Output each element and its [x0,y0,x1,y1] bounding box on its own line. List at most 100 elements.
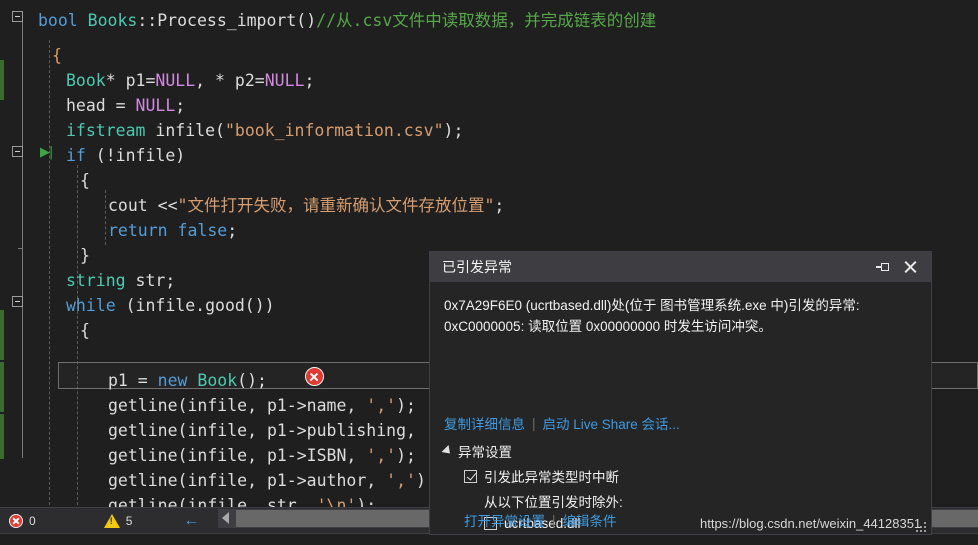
code-line: getline(infile, p1->name, ','); [108,393,416,418]
code-token: return [108,221,178,240]
code-token: << [157,196,178,215]
code-token: getline(infile, p1->name, [108,396,367,415]
code-token: Book [66,71,106,90]
close-button[interactable] [897,255,923,279]
code-token: //从.csv文件中读取数据，并完成链表的创建 [316,11,657,30]
code-line: { [52,43,62,68]
code-token: (); [237,371,267,390]
code-token: "文件打开失败，请重新确认文件存放位置" [177,196,495,215]
code-token: } [80,246,90,265]
code-token: () [296,11,317,30]
code-token: if [66,146,86,165]
code-token: ; [304,71,315,90]
pin-button[interactable] [871,255,897,279]
code-token: ); [356,496,377,507]
code-token: * p1= [105,71,156,90]
error-count-item[interactable]: 0 [0,508,45,533]
code-token: false [177,221,228,240]
warning-icon [103,513,120,528]
break-when-thrown-label: 引发此异常类型时中断 [484,470,619,485]
navigate-back-button[interactable]: ← [173,512,209,529]
break-when-thrown-row[interactable]: 引发此异常类型时中断 [464,466,623,486]
exception-settings-header[interactable]: 异常设置 [441,441,623,461]
code-token: , * p2= [195,71,265,90]
code-token: { [80,171,90,190]
code-token: NULL [264,71,305,90]
code-token: ; [175,96,186,115]
code-token: ',' [366,446,397,465]
dialog-footer-links[interactable]: 打开异常设置 | 编辑条件 [464,510,617,530]
exception-message: 0x7A29F6E0 (ucrtbased.dll)处(位于 图书管理系统.ex… [444,298,860,334]
close-icon [903,260,917,274]
code-token: head = [66,96,136,115]
exception-settings-label: 异常设置 [458,445,512,460]
scroll-left-arrow-icon[interactable] [222,512,229,524]
code-token: :: [137,11,158,30]
start-live-share-link[interactable]: 启动 Live Share 会话... [543,413,680,433]
dialog-body: 0x7A29F6E0 (ucrtbased.dll)处(位于 图书管理系统.ex… [430,282,931,337]
code-token: (infile.good()) [115,296,275,315]
error-count-label: 0 [29,513,36,528]
link-separator: | [532,415,536,431]
code-token: { [52,46,62,65]
code-token: bool [38,11,88,30]
code-line: getline(infile, str, '\n'); [108,493,376,507]
edit-conditions-link[interactable]: 编辑条件 [563,510,617,530]
code-line: { [80,168,90,193]
code-line: return false; [108,218,237,243]
dialog-title: 已引发异常 [442,259,512,275]
exception-thrown-dialog[interactable]: 已引发异常 0x7A29F6E0 (ucrtbased.dll)处(位于 图书管… [429,251,932,535]
code-token: getline(infile, str, [108,496,317,507]
code-token: '\n' [316,496,357,507]
code-line: cout <<"文件打开失败，请重新确认文件存放位置"; [108,193,504,218]
code-line: Book* p1=NULL, * p2=NULL; [66,68,314,93]
code-line: bool Books::Process_import()//从.csv文件中读取… [38,8,656,33]
code-token: ; [227,221,238,240]
chevron-down-icon[interactable] [441,444,454,458]
code-line: if (!infile) [66,143,185,168]
error-icon [9,513,23,528]
code-line: getline(infile, p1->publishing, ','); [108,418,476,443]
code-line: head = NULL; [66,93,185,118]
code-token: str; [125,271,176,290]
code-line: getline(infile, p1->author, ','); [108,468,436,493]
code-line: p1 = new Book(); [108,368,267,393]
code-token: ); [396,396,416,415]
open-exception-settings-link[interactable]: 打开异常设置 [464,510,545,530]
code-token: ); [396,446,416,465]
code-token: while [66,296,116,315]
code-token: infile( [145,121,225,140]
dialog-action-links[interactable]: 复制详细信息 | 启动 Live Share 会话... [444,413,680,433]
code-token: Process_import [157,11,297,30]
code-token: cout [108,196,158,215]
code-token: NULL [155,71,196,90]
dialog-title-bar[interactable]: 已引发异常 [430,252,931,282]
code-token: new [157,371,188,390]
code-token: Books [87,11,138,30]
warning-count-item[interactable]: 5 [95,508,142,533]
pin-icon [876,260,892,274]
code-token: (!infile) [85,146,186,165]
code-token: NULL [135,96,176,115]
code-token: getline(infile, p1->author, [108,471,387,490]
code-token: getline(infile, p1->ISBN, [108,446,367,465]
code-token: "book_information.csv" [224,121,444,140]
copy-details-link[interactable]: 复制详细信息 [444,413,525,433]
watermark-url: https://blog.csdn.net/weixin_44128351 [700,516,922,531]
code-token: Book [197,371,238,390]
code-line: } [80,243,90,268]
break-when-thrown-checkbox[interactable] [464,469,477,483]
code-token: getline(infile, p1->publishing, [108,421,426,440]
code-line: while (infile.good()) [66,293,275,318]
code-token: { [80,321,90,340]
code-token: ',' [386,471,416,490]
code-token: ',' [366,396,397,415]
code-token: ; [494,196,505,215]
code-line: getline(infile, p1->ISBN, ','); [108,443,416,468]
code-token: p1 = [108,371,158,390]
code-token: string [66,271,126,290]
code-line: { [80,318,90,343]
code-line: string str; [66,268,175,293]
code-token: ); [443,121,464,140]
